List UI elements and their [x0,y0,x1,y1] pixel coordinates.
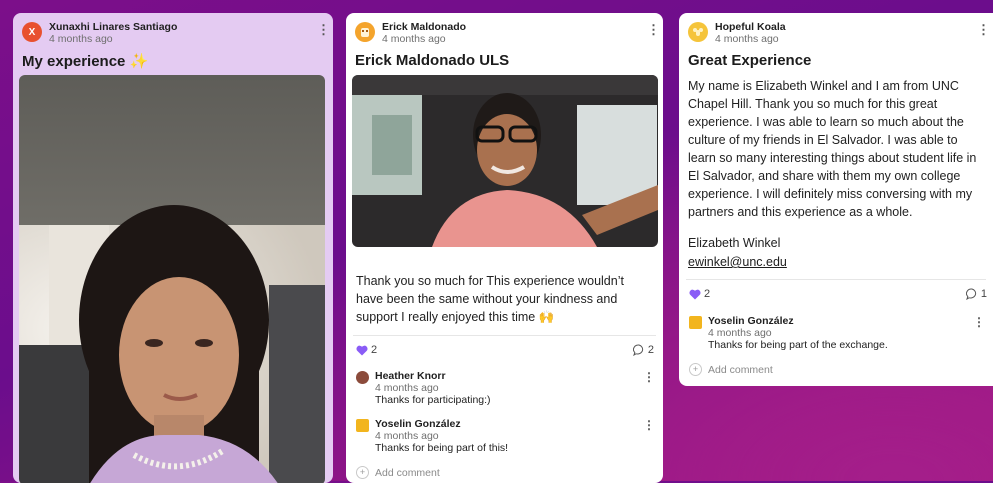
comment-timestamp: 4 months ago [708,327,772,339]
like-button[interactable]: 2 [689,288,710,300]
post-body: Thank you so much for This experience wo… [356,274,624,324]
like-button[interactable]: 2 [356,344,377,356]
post-body: My name is Elizabeth Winkel and I am fro… [688,79,977,219]
comment-count: 2 [647,344,654,356]
comment-timestamp: 4 months ago [375,430,439,442]
post-timestamp: 4 months ago [715,33,779,45]
comment-author[interactable]: Yoselin González [375,418,461,430]
post-title-text: My experience [22,53,126,70]
comment-author[interactable]: Heather Knorr [375,370,446,382]
more-options-icon[interactable]: ⋮ [647,23,660,37]
divider [686,279,986,280]
comment-text: Thanks for being part of the exchange. [708,339,888,351]
comment-count: 1 [980,288,987,300]
more-options-icon[interactable]: ⋮ [977,23,990,37]
post-card[interactable]: Erick Maldonado 4 months ago ⋮ Erick Mal… [346,13,663,483]
avatar[interactable] [355,22,375,42]
comment-icon [632,344,643,356]
post-card[interactable]: X Xunaxhi Linares Santiago 4 months ago … [13,13,333,483]
divider [353,335,656,336]
sparkles-icon: ✨ [129,53,149,70]
avatar[interactable]: X [22,22,42,42]
comment: Yoselin González 4 months ago Thanks for… [689,315,985,355]
post-timestamp: 4 months ago [382,33,446,45]
post-image[interactable] [19,75,325,483]
comment-icon [965,288,976,300]
post-header: Hopeful Koala 4 months ago ⋮ [688,19,990,47]
post-author[interactable]: Hopeful Koala [715,21,786,33]
comment-button[interactable]: 1 [965,288,987,300]
post-signature: Elizabeth Winkel [688,236,781,250]
comment-button[interactable]: 2 [632,344,654,356]
comment: Heather Knorr 4 months ago Thanks for pa… [356,370,655,410]
post-image[interactable] [352,75,658,247]
comment: Yoselin González 4 months ago Thanks for… [356,418,655,458]
avatar[interactable] [688,22,708,42]
selfie-photo [352,75,658,247]
like-count: 2 [704,288,711,300]
add-comment-button[interactable]: + Add comment [356,466,440,479]
avatar[interactable] [356,419,369,432]
add-comment-label: Add comment [708,363,773,376]
plus-icon: + [689,363,702,376]
post-header: X Xunaxhi Linares Santiago 4 months ago … [22,19,330,47]
post-timestamp: 4 months ago [49,33,113,45]
post-header: Erick Maldonado 4 months ago ⋮ [355,19,660,47]
comment-text: Thanks for being part of this! [375,442,509,454]
post-title: Erick Maldonado ULS [355,52,510,69]
more-options-icon[interactable]: ⋮ [317,23,330,37]
more-options-icon[interactable]: ⋮ [973,315,985,329]
more-options-icon[interactable]: ⋮ [643,370,655,384]
portrait-photo [19,75,325,483]
heart-icon [356,345,368,355]
post-title: Great Experience [688,52,812,69]
koala-avatar-icon [693,28,703,36]
add-comment-label: Add comment [375,466,440,479]
avatar[interactable] [689,316,702,329]
comment-author[interactable]: Yoselin González [708,315,794,327]
comment-timestamp: 4 months ago [375,382,439,394]
like-count: 2 [371,344,378,356]
heart-icon [689,289,701,299]
avatar[interactable] [356,371,369,384]
add-comment-button[interactable]: + Add comment [689,363,773,376]
comment-text: Thanks for participating:) [375,394,491,406]
email-link[interactable]: ewinkel@unc.edu [688,255,787,269]
post-title: My experience ✨ [22,52,148,70]
post-author[interactable]: Erick Maldonado [382,21,466,33]
animal-avatar-icon [361,28,369,37]
post-card[interactable]: Hopeful Koala 4 months ago ⋮ Great Exper… [679,13,993,386]
plus-icon: + [356,466,369,479]
email-link-wrap: ewinkel@unc.edu [688,253,787,271]
post-author[interactable]: Xunaxhi Linares Santiago [49,21,177,33]
more-options-icon[interactable]: ⋮ [643,418,655,432]
